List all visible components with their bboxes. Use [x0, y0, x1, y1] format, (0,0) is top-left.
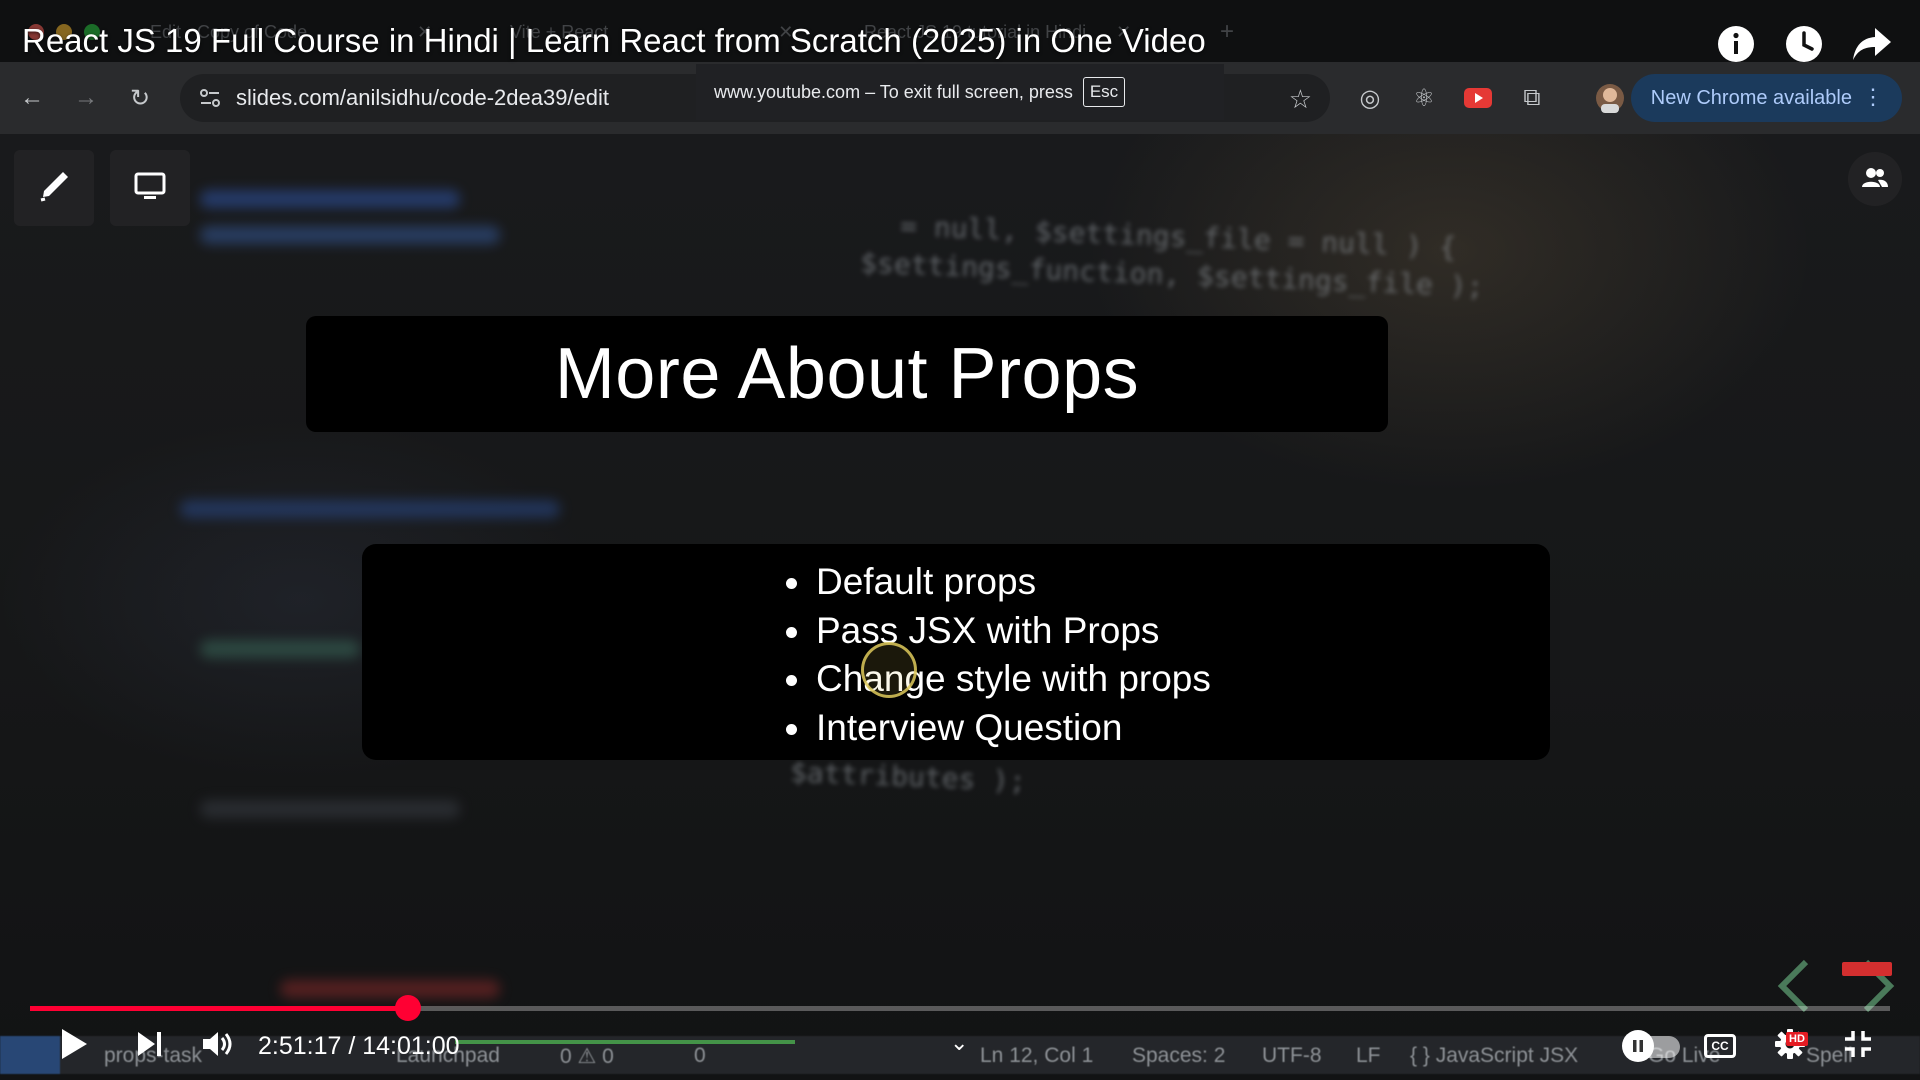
pencil-icon	[37, 169, 71, 208]
autoplay-pause-icon	[1622, 1030, 1654, 1062]
status-progress-line	[455, 1040, 795, 1044]
site-settings-icon[interactable]	[198, 86, 222, 115]
status-spaces: Spaces: 2	[1132, 1044, 1226, 1067]
present-mode-button[interactable]	[110, 150, 190, 226]
play-button[interactable]	[54, 1026, 94, 1066]
more-vert-icon[interactable]: ⋮	[1862, 84, 1884, 110]
hd-badge: HD	[1786, 1032, 1808, 1046]
status-problems: 0 ⚠ 0	[560, 1045, 614, 1068]
status-eol: LF	[1356, 1044, 1381, 1067]
slide-title: More About Props	[554, 334, 1140, 414]
next-video-button[interactable]	[130, 1026, 170, 1066]
pen-tool-button[interactable]	[14, 150, 94, 226]
video-title[interactable]: React JS 19 Full Course in Hindi | Learn…	[22, 22, 1206, 60]
chevron-down-icon[interactable]: ⌄	[950, 1030, 968, 1056]
youtube-extension-icon[interactable]	[1462, 82, 1494, 114]
bullet-list: Default props Pass JSX with Props Change…	[786, 558, 1211, 752]
remote-indicator	[0, 1036, 60, 1074]
reload-icon[interactable]: ↻	[124, 82, 156, 114]
fullscreen-notice-text: www.youtube.com – To exit full screen, p…	[714, 81, 1073, 102]
monitor-icon	[133, 171, 167, 206]
esc-key-badge: Esc	[1082, 77, 1126, 107]
blurred-editor-background: = null, $settings_file = null ) { $setti…	[0, 0, 1920, 1080]
cursor-highlight	[861, 642, 917, 698]
status-language: { } JavaScript JSX	[1410, 1044, 1579, 1067]
share-icon[interactable]	[1850, 22, 1894, 66]
status-ports: 0	[694, 1044, 706, 1067]
fullscreen-notice: www.youtube.com – To exit full screen, p…	[696, 64, 1224, 120]
record-extension-icon[interactable]: ◎	[1354, 82, 1386, 114]
back-icon[interactable]: ←	[16, 82, 48, 114]
forward-icon[interactable]: →	[70, 82, 102, 114]
mute-button[interactable]	[196, 1026, 240, 1066]
subscribe-watermark	[1842, 962, 1892, 976]
bullet-item: Default props	[786, 558, 1211, 607]
url-text: slides.com/anilsidhu/code-2dea39/edit	[236, 85, 610, 110]
bullet-item: Change style with props	[786, 655, 1211, 704]
extensions-puzzle-icon[interactable]: ⧉	[1516, 82, 1548, 114]
bookmark-star-icon[interactable]: ☆	[1289, 84, 1312, 115]
watch-later-clock-icon[interactable]	[1782, 22, 1826, 66]
new-tab-button[interactable]: +	[1220, 18, 1234, 46]
new-chrome-label: New Chrome available	[1650, 86, 1852, 109]
info-icon[interactable]	[1714, 22, 1758, 66]
collaborators-button[interactable]	[1848, 152, 1902, 206]
exit-fullscreen-icon	[1843, 1029, 1873, 1064]
status-encoding: UTF-8	[1262, 1044, 1322, 1067]
status-cursor: Ln 12, Col 1	[980, 1044, 1094, 1067]
time-display: 2:51:17 / 14:01:00	[258, 1032, 460, 1060]
play-icon	[59, 1027, 89, 1066]
bullet-item: Pass JSX with Props	[786, 607, 1211, 656]
skip-next-icon	[135, 1029, 165, 1064]
video-progress-bar[interactable]	[30, 995, 1890, 1021]
captions-button[interactable]: CC	[1704, 1034, 1736, 1058]
exit-fullscreen-button[interactable]	[1838, 1026, 1878, 1066]
people-icon	[1861, 166, 1889, 193]
profile-avatar[interactable]	[1594, 82, 1626, 114]
progress-played	[30, 1006, 409, 1011]
bg-code-line: $attributes );	[789, 755, 1027, 798]
new-chrome-available-button[interactable]: New Chrome available ⋮	[1630, 74, 1902, 122]
bullet-item: Interview Question	[786, 704, 1211, 753]
volume-icon	[201, 1029, 235, 1064]
slide-bullets-box: Default props Pass JSX with Props Change…	[362, 544, 1550, 760]
react-devtools-icon[interactable]: ⚛	[1408, 82, 1440, 114]
slide-title-box: More About Props	[306, 316, 1388, 432]
